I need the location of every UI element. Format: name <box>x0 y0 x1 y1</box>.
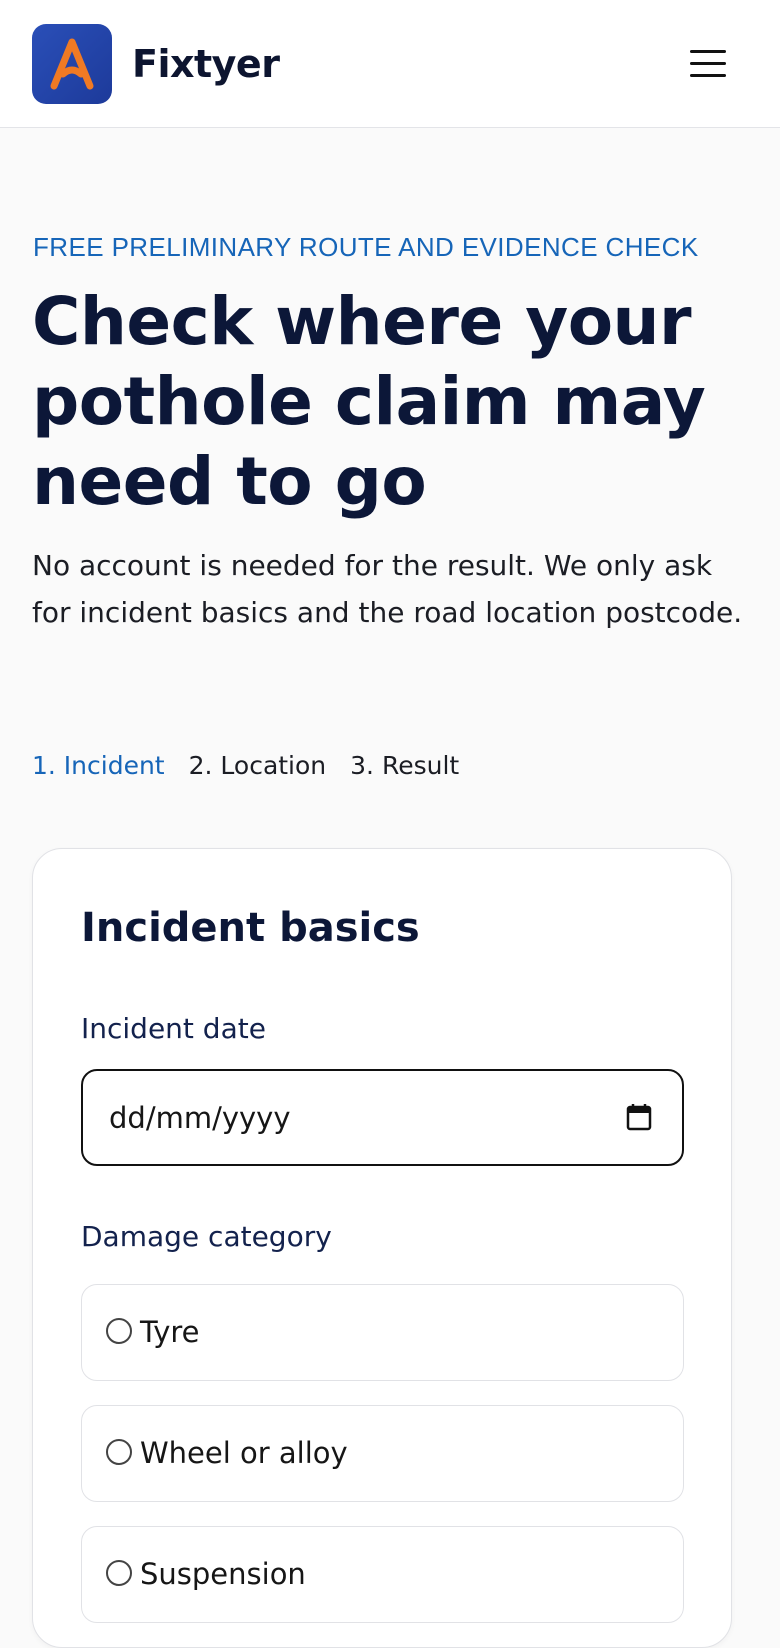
incident-date-input[interactable]: dd/mm/yyyy <box>81 1069 684 1166</box>
damage-option-suspension[interactable]: Suspension <box>81 1526 684 1623</box>
page-title: Check where your pothole claim may need … <box>32 283 706 520</box>
damage-option-tyre[interactable]: Tyre <box>81 1284 684 1381</box>
option-label: Suspension <box>140 1557 306 1591</box>
lead-paragraph: No account is needed for the result. We … <box>32 549 743 629</box>
radio-button[interactable] <box>106 1560 132 1586</box>
radio-button[interactable] <box>106 1318 132 1344</box>
step-result: 3. Result <box>350 751 460 780</box>
form-title: Incident basics <box>81 905 420 951</box>
site-header: Fixtyer <box>0 0 780 128</box>
date-placeholder: dd/mm/yyyy <box>109 1101 291 1135</box>
incident-date-label: Incident date <box>81 1012 266 1045</box>
eyebrow-label: FREE PRELIMINARY ROUTE AND EVIDENCE CHEC… <box>33 232 699 262</box>
calendar-icon[interactable] <box>626 1103 652 1131</box>
option-label: Tyre <box>140 1315 200 1349</box>
radio-button[interactable] <box>106 1439 132 1465</box>
step-indicator: 1. Incident 2. Location 3. Result <box>32 746 459 786</box>
logo[interactable] <box>32 24 112 104</box>
step-location: 2. Location <box>188 751 327 780</box>
option-label: Wheel or alloy <box>140 1436 348 1470</box>
brand-name[interactable]: Fixtyer <box>132 38 280 90</box>
a-letter-logo-icon <box>50 38 94 90</box>
damage-category-label: Damage category <box>81 1220 332 1253</box>
damage-option-wheel[interactable]: Wheel or alloy <box>81 1405 684 1502</box>
incident-form-card: Incident basics Incident date dd/mm/yyyy… <box>32 848 732 1648</box>
step-incident: 1. Incident <box>32 751 165 780</box>
hamburger-menu-icon[interactable] <box>688 44 728 84</box>
